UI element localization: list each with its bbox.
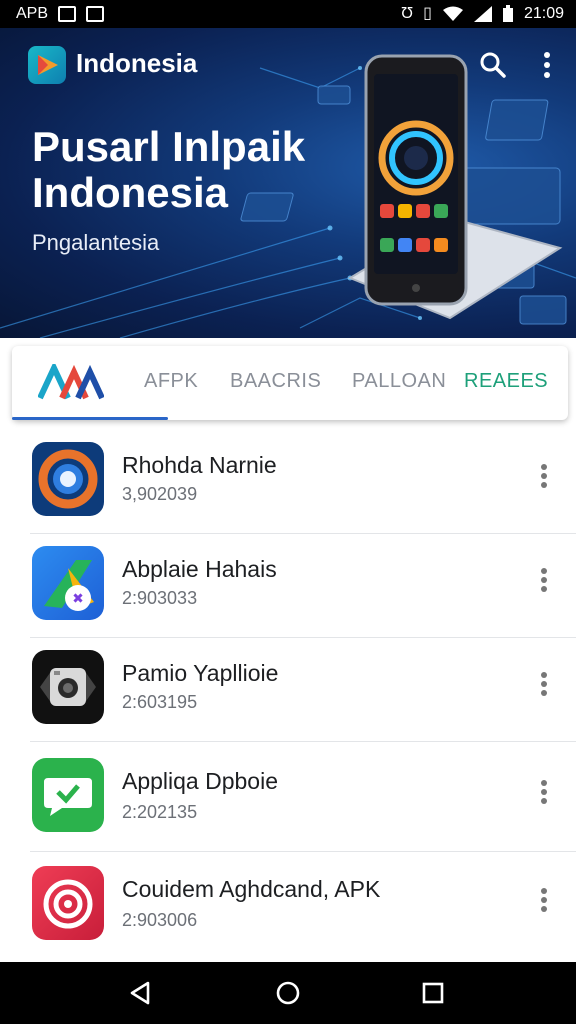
app-size: 2:603195 <box>122 692 198 712</box>
tab-palloan[interactable]: PALLOAN <box>352 370 446 393</box>
status-right: Ʊ ▯ 21:09 <box>401 5 564 23</box>
back-icon[interactable] <box>128 980 154 1006</box>
hero-banner: Indonesia Pusarl Inlpaik Indonesia Pngal… <box>0 28 576 338</box>
more-options-icon[interactable] <box>540 568 548 594</box>
image-icon <box>58 6 77 22</box>
tab-reaees[interactable]: REAEES <box>464 370 548 393</box>
home-icon[interactable] <box>275 980 301 1006</box>
tab-afpk[interactable]: AFPK <box>144 370 198 393</box>
clock: 21:09 <box>523 5 564 22</box>
hero-headline: Pusarl Inlpaik Indonesia <box>32 123 306 216</box>
app-name: Appliqa Dpboie <box>122 768 279 794</box>
wifi-icon <box>442 6 463 21</box>
app-title: Indonesia <box>76 48 198 78</box>
category-tabs: AFPK BAACRIS PALLOAN REAEES <box>12 346 568 420</box>
more-options-icon[interactable] <box>540 464 548 490</box>
app-logo <box>28 46 66 84</box>
battery-icon <box>502 5 513 22</box>
more-options-icon[interactable] <box>540 672 548 698</box>
app-size: 2:903033 <box>122 588 198 608</box>
camera-app-icon <box>32 650 104 724</box>
system-nav-bar <box>0 962 576 1024</box>
vector-app-icon <box>32 546 104 620</box>
status-bar: APB Ʊ ▯ 21:09 <box>0 0 576 28</box>
list-item[interactable]: Appliqa Dpboie 2:202135 <box>0 742 576 852</box>
signal-icon <box>473 6 492 22</box>
app-size: 2:903006 <box>122 910 198 930</box>
store-logo-icon[interactable] <box>38 364 104 400</box>
app-name: Rhohda Narnie <box>122 452 277 478</box>
more-options-icon[interactable] <box>540 888 548 914</box>
target-app-icon <box>32 866 104 940</box>
list-item[interactable]: Rhohda Narnie 3,902039 <box>0 430 576 534</box>
app-size: 3,902039 <box>122 484 198 504</box>
tab-baacris[interactable]: BAACRIS <box>230 370 321 393</box>
list-item[interactable]: Pamio Yapllioie 2:603195 <box>0 638 576 742</box>
vibrate-icon: ▯ <box>423 5 432 22</box>
status-left: APB <box>16 5 105 22</box>
list-item[interactable]: Abplaie Hahais 2:903033 <box>0 534 576 638</box>
app-name: Pamio Yapllioie <box>122 660 279 686</box>
more-options-icon[interactable] <box>540 780 548 806</box>
carrier-label: APB <box>16 5 49 22</box>
recents-icon[interactable] <box>420 980 446 1006</box>
app-list: Rhohda Narnie 3,902039 Abplaie Hahais 2:… <box>0 430 576 962</box>
phone-illustration <box>347 54 563 320</box>
tab-indicator <box>12 417 168 420</box>
hero-subline: Pngalantesia <box>32 230 160 255</box>
list-item[interactable]: Couidem Aghdcand, APK 2:903006 <box>0 852 576 962</box>
chat-app-icon <box>32 758 104 832</box>
app-name: Abplaie Hahais <box>122 556 277 582</box>
gallery-icon <box>86 6 105 22</box>
chrome-like-icon <box>32 442 104 516</box>
app-size: 2:202135 <box>122 802 198 822</box>
app-name: Couidem Aghdcand, APK <box>122 876 381 902</box>
alarm-icon: Ʊ <box>401 5 414 22</box>
